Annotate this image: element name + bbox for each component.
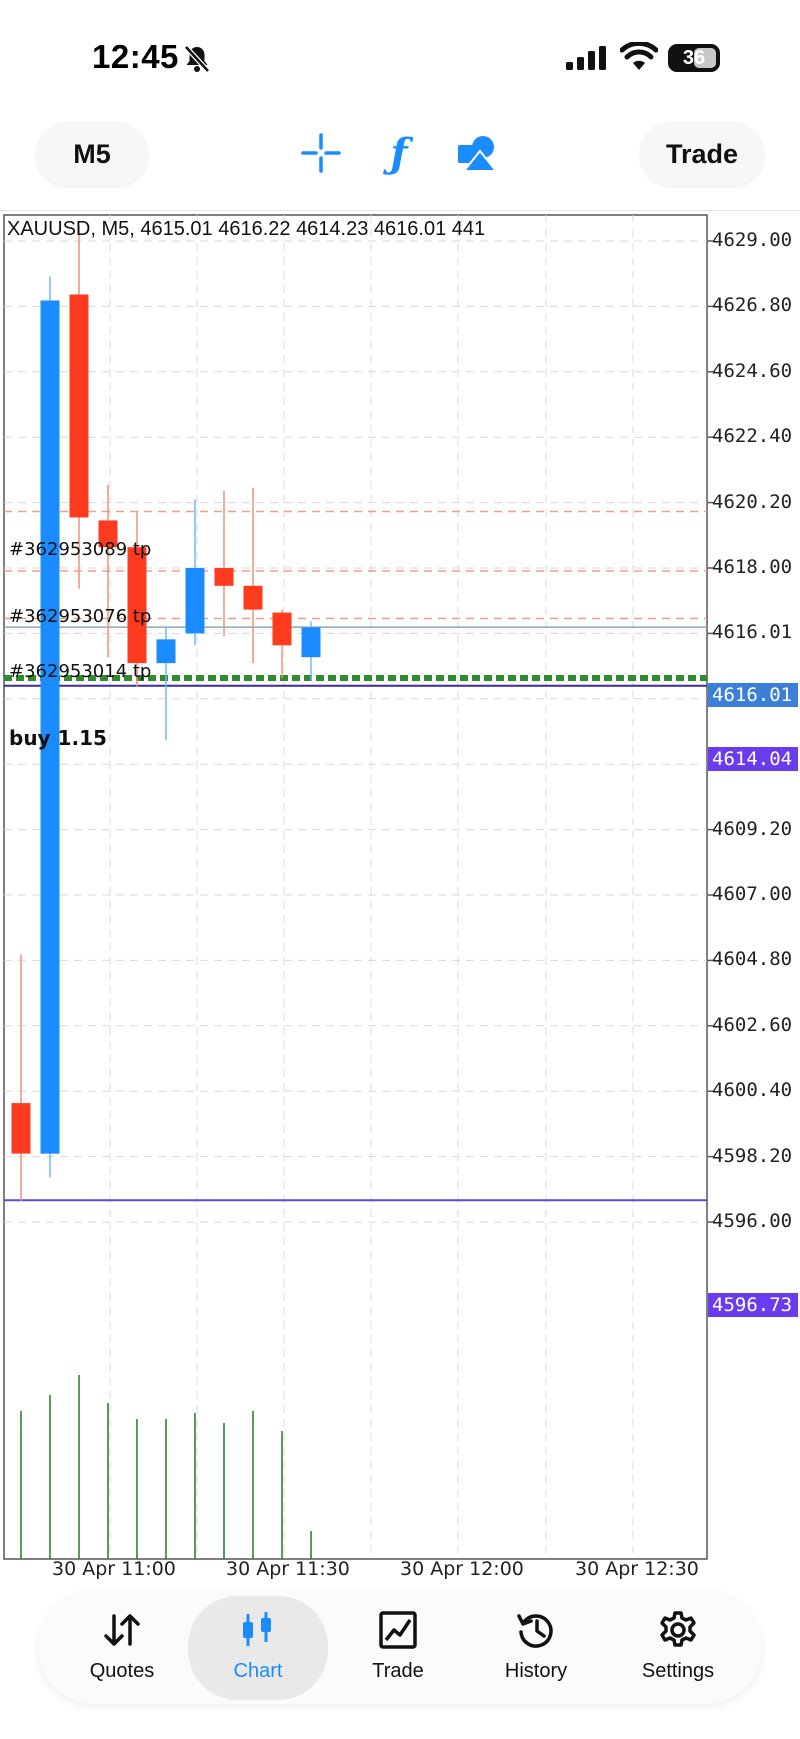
status-time: 12:45 (92, 38, 179, 75)
price-tick-label: 4622.40 (712, 425, 793, 448)
nav-label-settings: Settings (641, 1660, 715, 1682)
nav-chart[interactable]: Chart (188, 1596, 328, 1700)
nav-quotes[interactable]: Quotes (52, 1592, 192, 1704)
nav-label-history: History (504, 1660, 568, 1682)
price-tick-label: 4616.01 (712, 621, 793, 644)
buy-position-label[interactable]: buy 1.15 (9, 726, 107, 750)
nav-label-chart: Chart (233, 1660, 283, 1682)
trade-button[interactable]: Trade (640, 122, 764, 186)
wifi-icon (619, 40, 659, 77)
entry-price-tag: 4614.04 (708, 747, 798, 771)
nav-settings[interactable]: Settings (608, 1592, 748, 1704)
order-tp-label-2[interactable]: #362953076 tp (9, 606, 151, 627)
symbol-info: XAUUSD, M5, 4615.01 4616.22 4614.23 4616… (7, 218, 486, 240)
shapes-icon[interactable] (454, 130, 500, 176)
bell-muted-icon (184, 44, 210, 79)
nav-label-trade: Trade (372, 1660, 424, 1682)
price-tick-label: 4624.60 (712, 359, 793, 382)
chart-canvas[interactable] (0, 211, 800, 1591)
price-tick-label: 4626.80 (712, 294, 793, 317)
candle-body (156, 639, 176, 664)
price-tick-label: 4600.40 (712, 1079, 793, 1102)
battery-level: 36 (682, 47, 706, 69)
price-tick-label: 4629.00 (712, 229, 793, 251)
chart-icon (238, 1610, 278, 1650)
candle-body (272, 612, 292, 646)
price-tick-label: 4618.00 (712, 556, 793, 578)
status-bar: 12:45 36 (0, 0, 800, 100)
candle-body (301, 627, 321, 658)
settings-icon (658, 1610, 698, 1650)
chart-toolbar: M5 ƒ Trade (0, 100, 800, 211)
time-tick-label: 30 Apr 11:00 (52, 1558, 176, 1580)
order-tp-label-3[interactable]: #362953014 tp (9, 661, 151, 682)
function-icon[interactable]: ƒ (376, 130, 422, 177)
low-price-tag: 4596.73 (708, 1293, 798, 1317)
price-tick-label: 4604.80 (712, 948, 793, 971)
candle-body (214, 568, 234, 586)
candle-body (185, 568, 205, 634)
nav-trade[interactable]: Trade (328, 1592, 468, 1704)
bottom-navigation: Quotes Chart Trade History Settings (38, 1592, 762, 1704)
cellular-signal-icon (566, 46, 608, 75)
order-tp-label-1[interactable]: #362953089 tp (9, 539, 151, 560)
candle-body (11, 1103, 31, 1154)
price-tick-label: 4602.60 (712, 1013, 793, 1036)
nav-history[interactable]: History (466, 1592, 606, 1704)
price-tick-label: 4620.20 (712, 490, 793, 513)
time-tick-label: 30 Apr 12:00 (400, 1558, 524, 1580)
quotes-icon (102, 1610, 142, 1650)
price-chart[interactable]: XAUUSD, M5, 4615.01 4616.22 4614.23 4616… (0, 211, 800, 1591)
candle-body (69, 294, 89, 518)
plot-frame (3, 214, 708, 1560)
time-tick-label: 30 Apr 12:30 (575, 1558, 699, 1580)
nav-label-quotes: Quotes (89, 1660, 155, 1682)
crosshair-icon[interactable] (298, 130, 344, 176)
time-tick-label: 30 Apr 11:30 (226, 1558, 350, 1580)
price-tick-label: 4598.20 (712, 1144, 793, 1167)
price-tick-label: 4596.00 (712, 1210, 793, 1232)
history-icon (516, 1610, 556, 1650)
trade-icon (378, 1610, 418, 1650)
price-tick-label: 4607.00 (712, 883, 793, 905)
bid-price-tag: 4616.01 (708, 683, 798, 707)
battery-icon: 36 (668, 44, 720, 72)
price-tick-label: 4609.20 (712, 817, 793, 840)
timeframe-button[interactable]: M5 (36, 122, 148, 186)
candle-body (243, 585, 263, 610)
